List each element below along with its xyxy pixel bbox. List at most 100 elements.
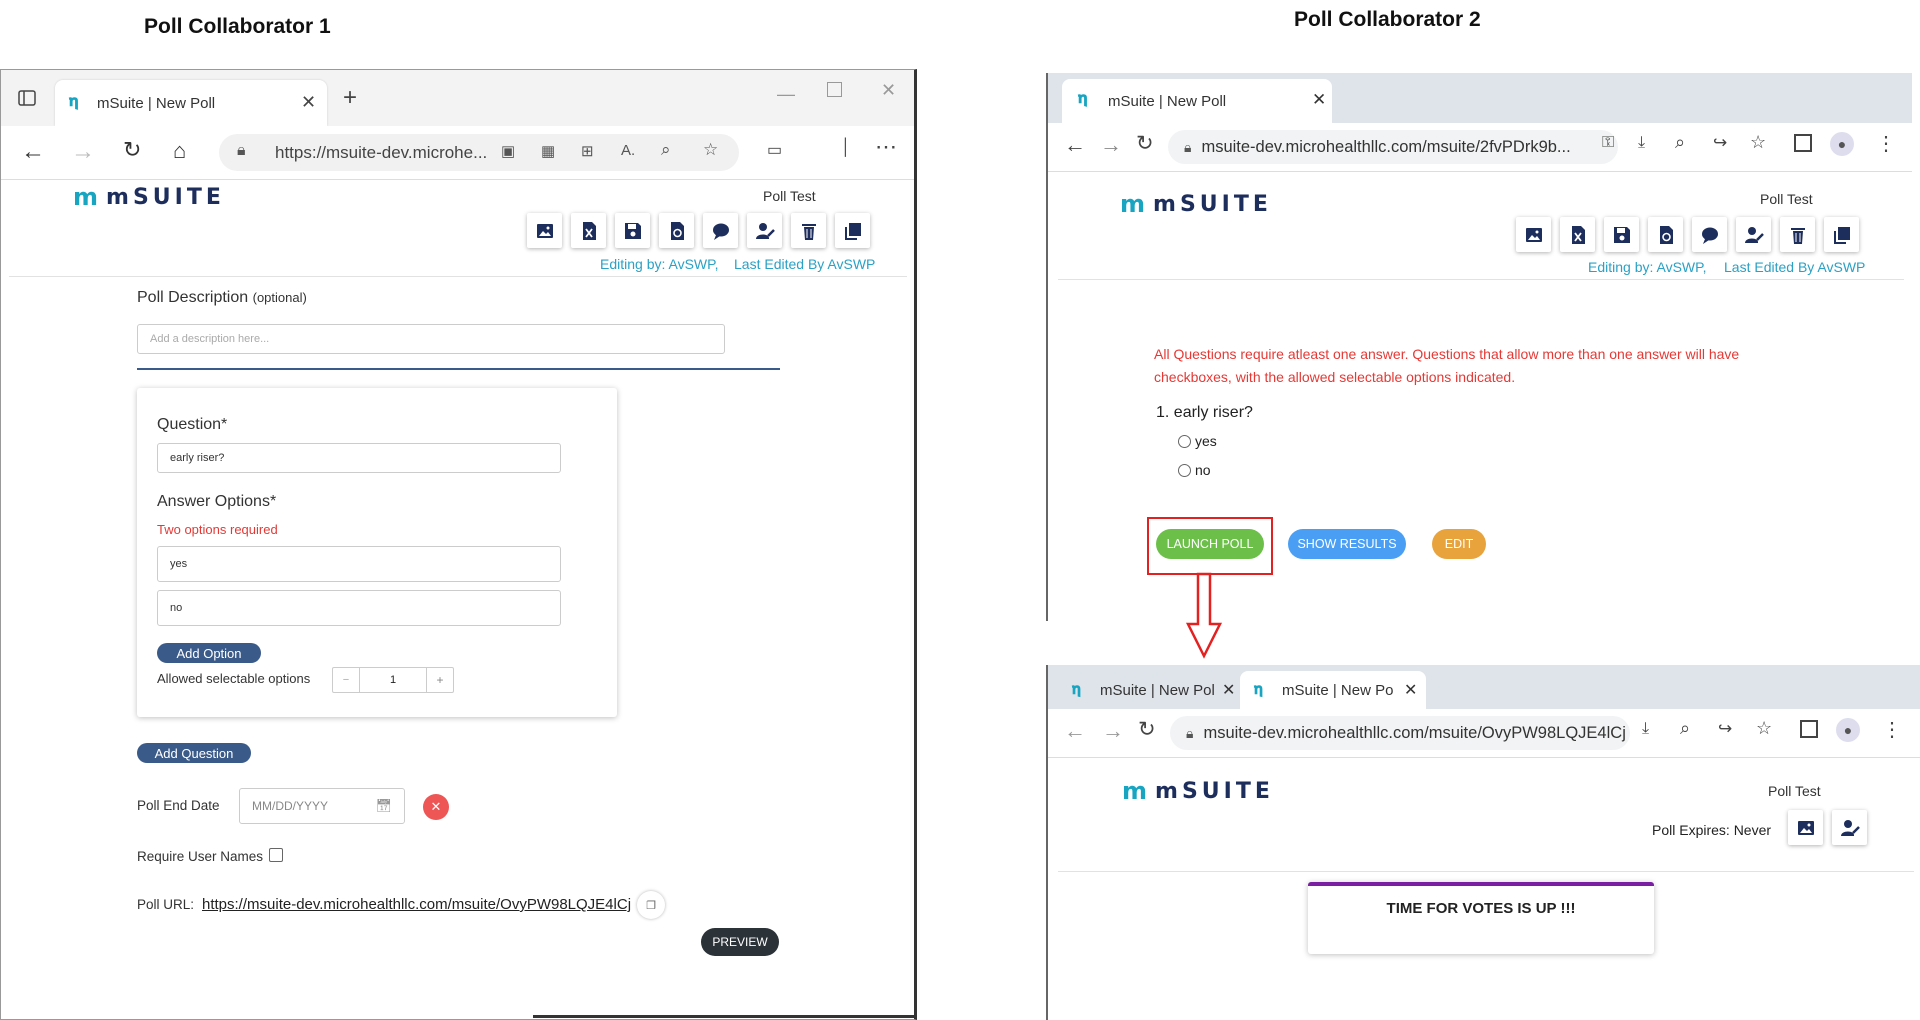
option-input-1[interactable]: yes	[157, 546, 561, 582]
url-field[interactable]: 🔒︎ msuite-dev.microhealthllc.com/msuite/…	[1170, 716, 1630, 750]
lock-icon: 🔒︎	[1186, 724, 1194, 741]
user-edit-icon[interactable]	[1832, 810, 1867, 845]
user-edit-icon[interactable]	[747, 213, 782, 248]
trash-icon[interactable]	[791, 213, 826, 248]
end-date-input[interactable]: MM/DD/YYYY 📅︎	[239, 788, 405, 824]
more-options-icon[interactable]: ⋮	[1882, 717, 1902, 742]
user-edit-icon[interactable]	[1736, 217, 1771, 252]
favorite-add-icon[interactable]: ☆	[703, 140, 718, 160]
preview-button[interactable]: PREVIEW	[701, 928, 779, 956]
tab-actions-icon[interactable]	[15, 86, 39, 110]
reload-icon[interactable]: ↻	[1136, 131, 1154, 156]
close-tab-icon[interactable]: ✕	[1222, 680, 1235, 700]
share-icon[interactable]: ↪	[1718, 719, 1732, 739]
reset-icon[interactable]	[659, 213, 694, 248]
more-options-icon[interactable]: ⋮	[1876, 131, 1896, 156]
tab-new-poll-2[interactable]: 𝛈 mSuite | New Po ✕	[1240, 671, 1426, 709]
end-date-label: Poll End Date	[137, 798, 220, 813]
forward-icon[interactable]: →	[1102, 718, 1124, 744]
back-icon[interactable]: ←	[1064, 132, 1086, 158]
tab-new-poll[interactable]: 𝛈 mSuite | New Poll ✕	[55, 80, 327, 126]
radio-yes[interactable]	[1178, 434, 1191, 448]
address-bar-row: ← → ↻ 🔒︎ msuite-dev.microhealthllc.com/m…	[1048, 709, 1920, 758]
close-window-icon[interactable]: ✕	[881, 80, 896, 101]
chat-icon[interactable]	[1692, 217, 1727, 252]
stepper-value[interactable]: 1	[360, 668, 426, 692]
save-icon[interactable]	[1604, 217, 1639, 252]
zoom-icon[interactable]: ⌕	[661, 140, 671, 160]
logo-mark-icon: m	[1122, 777, 1148, 805]
read-aloud-icon[interactable]: A.	[621, 142, 635, 159]
logo-text: mSUITE	[106, 184, 225, 210]
poll-expires-text: Poll Expires: Never	[1652, 822, 1772, 838]
install-icon[interactable]: ⤓	[1638, 134, 1645, 152]
tab-new-poll[interactable]: 𝛈 mSuite | New Poll ✕	[1062, 79, 1332, 123]
close-tab-icon[interactable]: ✕	[1404, 680, 1417, 700]
maximize-icon[interactable]	[827, 82, 842, 97]
save-icon[interactable]	[615, 213, 650, 248]
stepper-plus-button[interactable]: +	[426, 668, 453, 692]
bookmark-star-icon[interactable]: ☆	[1750, 132, 1766, 153]
reset-icon[interactable]	[1648, 217, 1683, 252]
clear-date-icon[interactable]: ✕	[423, 794, 449, 820]
forward-icon[interactable]: →	[71, 138, 95, 166]
image-icon[interactable]	[1788, 810, 1823, 845]
zoom-icon[interactable]: ⌕	[1680, 718, 1690, 739]
timer-card: TIME FOR VOTES IS UP !!!	[1308, 882, 1654, 954]
option-input-2[interactable]: no	[157, 590, 561, 626]
radio-no[interactable]	[1178, 463, 1191, 477]
close-tab-icon[interactable]: ✕	[1312, 90, 1326, 110]
launch-poll-button[interactable]: LAUNCH POLL	[1156, 529, 1264, 559]
extensions-icon[interactable]: ⊞	[581, 142, 594, 160]
install-icon[interactable]: ⤓	[1642, 720, 1649, 738]
poll-title: Poll Test	[763, 188, 816, 204]
stepper-minus-button[interactable]: −	[333, 668, 360, 692]
back-icon[interactable]: ←	[1064, 718, 1086, 744]
require-names-checkbox[interactable]	[269, 848, 283, 862]
home-icon[interactable]: ⌂	[173, 138, 186, 164]
msuite-logo: m mSUITE	[1120, 190, 1272, 218]
edit-button[interactable]: EDIT	[1432, 529, 1486, 559]
minimize-icon[interactable]: —	[777, 84, 795, 105]
url-field[interactable]: 🔒︎ https://msuite-dev.microhe... ▣ ▦ ⊞ A…	[219, 134, 739, 171]
poll-url-link[interactable]: https://msuite-dev.microhealthllc.com/ms…	[202, 896, 631, 913]
trash-icon[interactable]	[1780, 217, 1815, 252]
apps-icon[interactable]: ▦	[541, 142, 555, 160]
calendar-icon[interactable]: 📅︎	[375, 798, 392, 814]
back-icon[interactable]: ←	[21, 138, 45, 166]
close-tab-icon[interactable]: ✕	[301, 92, 316, 113]
bookmark-star-icon[interactable]: ☆	[1756, 718, 1772, 739]
forward-icon[interactable]: →	[1100, 132, 1122, 158]
show-results-button[interactable]: SHOW RESULTS	[1288, 529, 1406, 559]
profile-avatar-icon[interactable]: ●	[1836, 718, 1860, 742]
new-tab-icon[interactable]: +	[343, 84, 357, 112]
side-panel-icon[interactable]	[1800, 720, 1818, 738]
question-input[interactable]: early riser?	[157, 443, 561, 473]
profile-avatar-icon[interactable]: ●	[1830, 132, 1854, 156]
image-icon[interactable]	[527, 213, 562, 248]
share-icon[interactable]: ↪	[1713, 133, 1727, 153]
add-question-button[interactable]: Add Question	[137, 743, 251, 763]
copy-icon[interactable]	[1824, 217, 1859, 252]
key-icon[interactable]: ⚿	[1602, 134, 1614, 152]
tab-new-poll-1[interactable]: 𝛈 mSuite | New Pol ✕	[1062, 671, 1238, 709]
option-yes[interactable]: yes	[1178, 433, 1217, 449]
excel-icon[interactable]	[1560, 217, 1595, 252]
excel-icon[interactable]	[571, 213, 606, 248]
app-available-icon[interactable]: ▣	[501, 142, 515, 160]
add-option-button[interactable]: Add Option	[157, 643, 261, 663]
reload-icon[interactable]: ↻	[1138, 717, 1156, 742]
image-icon[interactable]	[1516, 217, 1551, 252]
more-options-icon[interactable]: ⋯	[875, 134, 897, 160]
copy-url-icon[interactable]: ❐	[637, 891, 665, 919]
allowed-options-stepper[interactable]: − 1 +	[332, 667, 454, 693]
side-panel-icon[interactable]	[1794, 134, 1812, 152]
description-input[interactable]: Add a description here...	[137, 324, 725, 354]
option-no[interactable]: no	[1178, 462, 1211, 478]
cast-icon[interactable]: ▭	[767, 140, 782, 160]
reload-icon[interactable]: ↻	[123, 137, 141, 163]
copy-icon[interactable]	[835, 213, 870, 248]
zoom-icon[interactable]: ⌕	[1675, 132, 1685, 153]
url-field[interactable]: 🔒︎ msuite-dev.microhealthllc.com/msuite/…	[1168, 130, 1618, 164]
chat-icon[interactable]	[703, 213, 738, 248]
